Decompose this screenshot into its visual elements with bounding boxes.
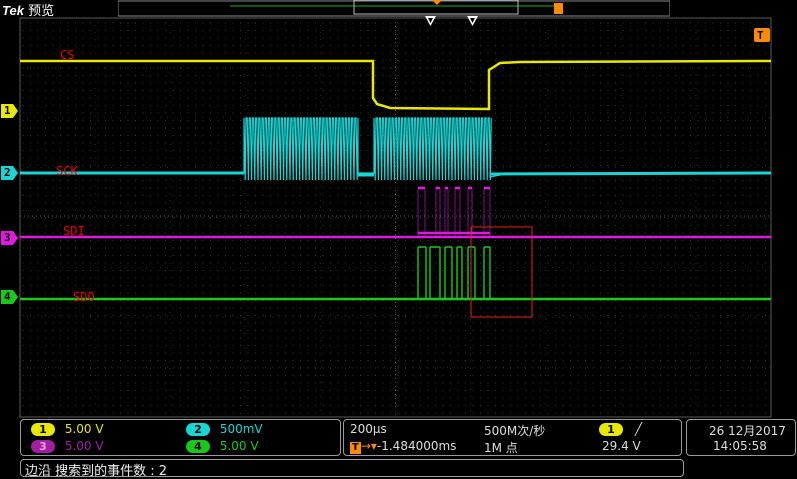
ch4-trace-label: SDO [73,290,95,304]
ch3-scale: 5.00 V [64,439,104,453]
record-length: 1M 点 [484,441,518,455]
timebase-trigger-panel[interactable]: 200µs T →▾-1.484000ms 500M次/秒 1M 点 1 ╱ 29… [343,419,682,456]
ch3-badge: 3 [31,440,55,453]
search-status-text: 边沿 搜索到的事件数 : 2 [25,464,168,479]
waveform-display[interactable]: T [0,0,797,418]
trigger-slope-icon: ╱ [634,422,643,436]
horizontal-scale: 200µs [350,422,387,436]
ch2-ground-label: 2 [4,166,11,179]
ch2-badge: 2 [186,423,210,436]
ch3-readout[interactable]: 3 5.00 V [31,439,104,453]
trigger-delay-icon: T [350,442,361,454]
ch2-scale: 500mV [219,422,263,436]
sample-rate: 500M次/秒 [484,424,546,438]
graticule [19,17,772,418]
search-status-bar: 边沿 搜索到的事件数 : 2 [20,459,684,479]
ch2-readout[interactable]: 2 500mV [186,422,263,436]
datetime-panel[interactable]: 26 12月2017 14:05:58 [686,419,796,456]
ch1-badge: 1 [31,423,55,436]
time-readout: 14:05:58 [713,439,767,453]
trigger-source-readout: 1 ╱ [599,422,642,436]
ch1-scale: 5.00 V [64,422,104,436]
channel-readout-panel: 1 5.00 V 3 5.00 V 2 500mV 4 5.00 V [20,419,341,456]
ch1-trace-label: CS [60,48,75,62]
trigger-level: 29.4 V [602,439,641,453]
date-readout: 26 12月2017 [709,424,786,438]
ch4-ground-label: 4 [4,290,11,303]
ch2-trace-label: SCK [56,164,78,178]
ch4-readout[interactable]: 4 5.00 V [186,439,259,453]
ch3-trace-label: SDI [63,224,85,238]
ch1-readout[interactable]: 1 5.00 V [31,422,104,436]
trigger-source-badge: 1 [599,423,623,436]
ch4-scale: 5.00 V [219,439,259,453]
ch1-ground-label: 1 [4,104,11,117]
delay-arrow-icon: →▾ [360,439,377,453]
channel-ground-markers [1,104,18,304]
ch4-badge: 4 [186,440,210,453]
ch3-ground-label: 3 [4,231,11,244]
horizontal-delay: T →▾-1.484000ms [350,439,457,454]
trigger-marker-label: T [757,29,764,42]
